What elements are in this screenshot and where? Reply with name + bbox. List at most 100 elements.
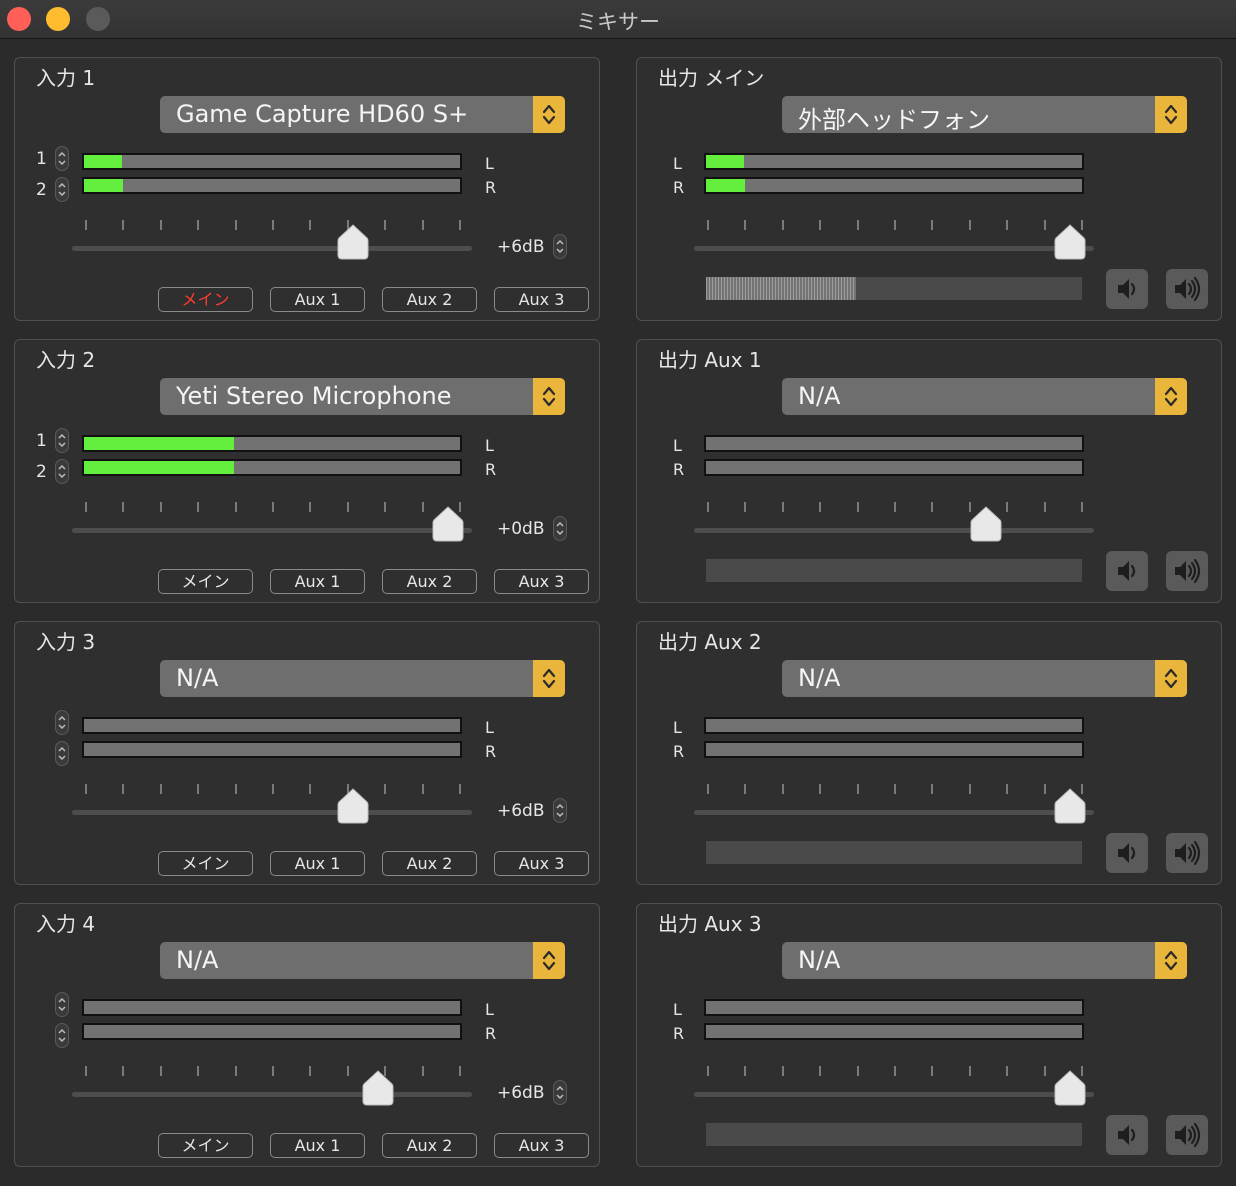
tick-mark <box>122 1066 125 1076</box>
channel-label-right: R <box>673 1024 685 1043</box>
device-dropdown[interactable]: Game Capture HD60 S+ <box>160 96 565 133</box>
tick-mark <box>272 220 274 230</box>
slider-knob[interactable] <box>1054 788 1086 824</box>
channel-stepper[interactable] <box>55 992 69 1017</box>
tick-mark <box>346 502 349 512</box>
tick-mark <box>85 784 87 794</box>
route-button[interactable]: Aux 3 <box>494 851 589 876</box>
slider-track[interactable] <box>694 528 1094 533</box>
slider-knob[interactable] <box>1054 224 1086 260</box>
route-button[interactable]: メイン <box>158 287 253 312</box>
slider-track[interactable] <box>694 810 1094 815</box>
input-panel-3: 入力 3 N/A L R +6dB メイン Aux 1 Aux 2 Aux 3 <box>14 621 600 885</box>
slider-knob[interactable] <box>432 506 464 542</box>
device-dropdown[interactable]: 外部ヘッドフォン <box>782 96 1187 134</box>
volume-down-button[interactable] <box>1106 269 1148 309</box>
slider-knob[interactable] <box>1054 1070 1086 1106</box>
chevron-updown-icon[interactable] <box>1155 378 1187 415</box>
channel-label-right: R <box>673 460 685 479</box>
slider-knob[interactable] <box>970 506 1002 542</box>
tick-mark <box>707 784 709 794</box>
device-dropdown[interactable]: N/A <box>160 942 565 979</box>
gain-stepper[interactable] <box>553 516 567 541</box>
route-button[interactable]: メイン <box>158 1133 253 1158</box>
tick-mark <box>309 502 312 512</box>
output-panel-2: 出力 Aux 1 N/A L R <box>636 339 1222 603</box>
volume-up-button[interactable] <box>1166 269 1208 309</box>
volume-down-button[interactable] <box>1106 1115 1148 1155</box>
channel-stepper[interactable] <box>55 459 69 484</box>
slider-track[interactable] <box>72 246 472 251</box>
slider-track[interactable] <box>694 1092 1094 1097</box>
chevron-updown-icon[interactable] <box>533 942 565 979</box>
channel-stepper[interactable] <box>55 1023 69 1048</box>
tick-mark <box>819 1066 822 1076</box>
level-meter-right <box>704 177 1084 194</box>
channel-label-right: R <box>485 742 497 761</box>
gain-value: +0dB <box>497 519 545 539</box>
channel-label-left: L <box>485 154 494 173</box>
slider-knob[interactable] <box>362 1070 394 1106</box>
slider-knob[interactable] <box>337 788 369 824</box>
tick-mark <box>1006 502 1009 512</box>
volume-down-button[interactable] <box>1106 833 1148 873</box>
chevron-updown-icon[interactable] <box>1155 96 1187 133</box>
chevron-updown-icon[interactable] <box>1155 942 1187 979</box>
tick-mark <box>1043 502 1046 512</box>
device-dropdown[interactable]: N/A <box>160 660 565 697</box>
route-button[interactable]: Aux 3 <box>494 1133 589 1158</box>
gain-stepper[interactable] <box>553 1080 567 1105</box>
output-volume-bar <box>706 277 1082 300</box>
tick-mark <box>1043 220 1046 230</box>
route-button[interactable]: Aux 2 <box>382 851 477 876</box>
route-button[interactable]: メイン <box>158 851 253 876</box>
slider-track[interactable] <box>72 810 472 815</box>
device-dropdown[interactable]: Yeti Stereo Microphone <box>160 378 565 415</box>
volume-down-button[interactable] <box>1106 551 1148 591</box>
route-button[interactable]: Aux 1 <box>270 569 365 594</box>
gain-stepper[interactable] <box>553 234 567 259</box>
route-button[interactable]: Aux 3 <box>494 287 589 312</box>
device-dropdown[interactable]: N/A <box>782 660 1187 697</box>
output-volume-fill <box>706 277 857 300</box>
tick-mark <box>85 220 87 230</box>
route-button[interactable]: Aux 1 <box>270 1133 365 1158</box>
channel-label-left: L <box>673 718 682 737</box>
route-button[interactable]: Aux 3 <box>494 569 589 594</box>
tick-mark <box>272 502 274 512</box>
panel-title: 出力 Aux 3 <box>658 912 762 936</box>
route-button[interactable]: メイン <box>158 569 253 594</box>
tick-mark <box>421 220 424 230</box>
chevron-updown-icon[interactable] <box>533 96 565 133</box>
level-meter-left <box>82 999 462 1016</box>
route-button[interactable]: Aux 2 <box>382 569 477 594</box>
channel-stepper[interactable] <box>55 710 69 735</box>
slider-knob[interactable] <box>337 224 369 260</box>
tick-mark <box>781 1066 784 1076</box>
channel-number: 1 <box>36 149 47 169</box>
channel-stepper[interactable] <box>55 741 69 766</box>
route-button[interactable]: Aux 2 <box>382 1133 477 1158</box>
device-dropdown[interactable]: N/A <box>782 378 1187 415</box>
volume-up-button[interactable] <box>1166 551 1208 591</box>
route-button[interactable]: Aux 2 <box>382 287 477 312</box>
chevron-updown-icon[interactable] <box>533 660 565 697</box>
slider-track[interactable] <box>694 246 1094 251</box>
level-meter-fill <box>84 179 124 192</box>
channel-stepper[interactable] <box>55 177 69 202</box>
gain-value: +6dB <box>497 801 545 821</box>
gain-stepper[interactable] <box>553 798 567 823</box>
device-dropdown[interactable]: N/A <box>782 942 1187 979</box>
channel-label-left: L <box>485 718 494 737</box>
route-button[interactable]: Aux 1 <box>270 851 365 876</box>
channel-stepper[interactable] <box>55 146 69 171</box>
route-button[interactable]: Aux 1 <box>270 287 365 312</box>
chevron-updown-icon[interactable] <box>533 378 565 415</box>
slider-track[interactable] <box>72 1092 472 1097</box>
slider-track[interactable] <box>72 528 472 533</box>
channel-stepper[interactable] <box>55 428 69 453</box>
volume-up-button[interactable] <box>1166 1115 1208 1155</box>
tick-mark <box>894 502 896 512</box>
chevron-updown-icon[interactable] <box>1155 660 1187 697</box>
volume-up-button[interactable] <box>1166 833 1208 873</box>
